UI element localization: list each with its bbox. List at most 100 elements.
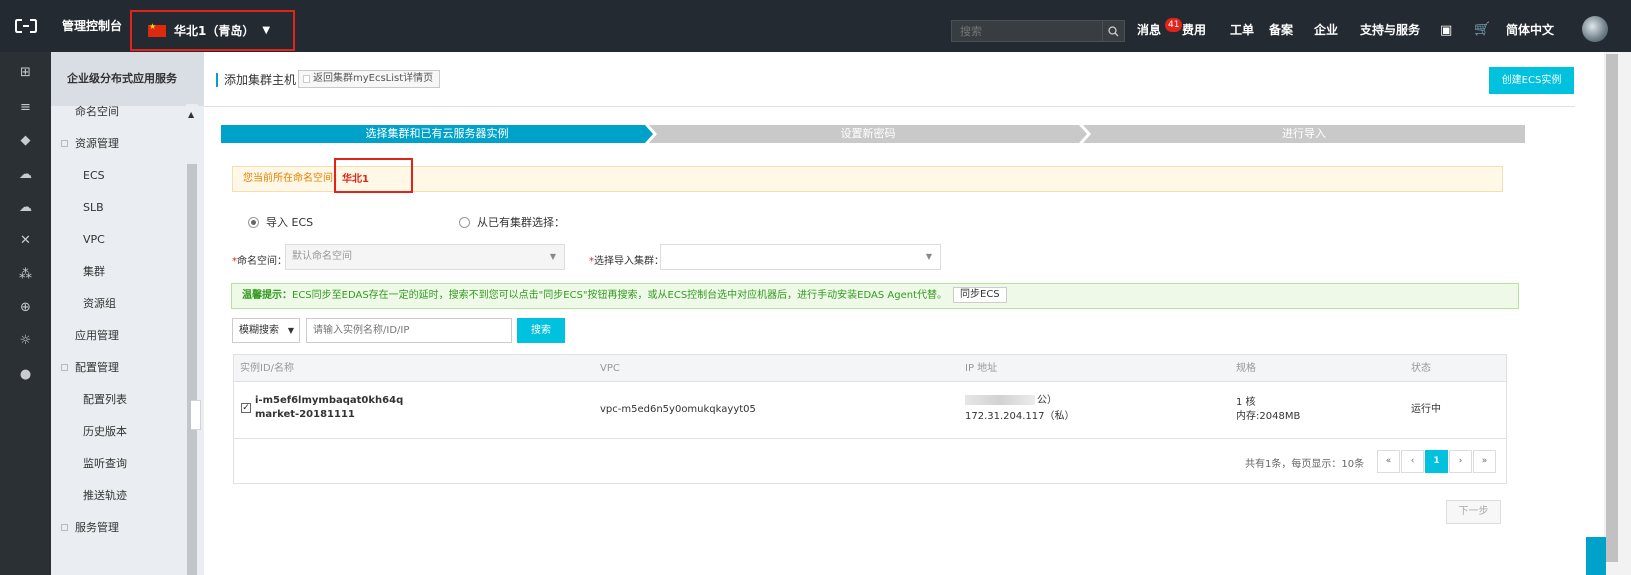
cloud-icon[interactable]: ☁ xyxy=(0,164,51,184)
page-scroll-thumb[interactable] xyxy=(1606,54,1618,562)
col-ip: IP 地址 xyxy=(965,363,998,374)
cloud-settings-icon[interactable]: ☼ xyxy=(0,330,51,350)
page-title: 添加集群主机 xyxy=(216,73,296,87)
square-icon xyxy=(61,364,68,371)
top-bar: 管理控制台 华北1（青岛） ▼ 消息 41 费用 工单 备案 企业 支持与服务 … xyxy=(0,0,1631,52)
scroll-up-icon[interactable]: ▲ xyxy=(188,110,194,119)
cloud-upload-icon[interactable]: ☁ xyxy=(0,197,51,217)
nav-support[interactable]: 支持与服务 xyxy=(1360,0,1420,52)
sidebar-item-push-trace[interactable]: 推送轨迹 xyxy=(51,486,186,506)
sidebar-item-history[interactable]: 历史版本 xyxy=(51,422,186,442)
cross-icon[interactable]: ✕ xyxy=(0,230,51,250)
chevron-down-icon: ▼ xyxy=(287,326,294,335)
sidebar-item-ecs[interactable]: ECS xyxy=(51,166,186,186)
namespace-field-label: *命名空间： xyxy=(232,256,287,267)
spec-cpu: 1 核 xyxy=(1236,397,1256,408)
page-next-button[interactable]: › xyxy=(1449,450,1472,473)
instance-id: i-m5ef6lmymbaqat0kh64q xyxy=(255,395,404,406)
col-instance: 实例ID/名称 xyxy=(240,363,295,374)
status-text: 运行中 xyxy=(1411,404,1441,415)
radio-from-cluster[interactable]: 从已有集群选择： xyxy=(459,214,565,230)
cluster-field-label: *选择导入集群： xyxy=(589,256,664,267)
sidebar-item-listener[interactable]: 监听查询 xyxy=(51,454,186,474)
table-header: 实例ID/名称 VPC IP 地址 规格 状态 xyxy=(234,355,1506,382)
tip-banner: 温馨提示：ECS同步至EDAS存在一定的延时，搜索不到您可以点击"同步ECS"按… xyxy=(231,283,1519,309)
page-prev-button[interactable]: ‹ xyxy=(1401,450,1424,473)
sidebar-item-app-management[interactable]: 应用管理 xyxy=(51,326,186,346)
sidebar-item-vpc[interactable]: VPC xyxy=(51,230,186,250)
nav-messages[interactable]: 消息 xyxy=(1137,0,1161,52)
back-label: 返回集群myEcsList详情页 xyxy=(313,73,434,84)
namespace-highlight-box xyxy=(334,158,413,193)
globe-icon[interactable]: ⊕ xyxy=(0,297,51,317)
global-search-input[interactable] xyxy=(952,21,1102,41)
chevron-down-icon: ▼ xyxy=(925,252,932,261)
radio-unchecked-icon xyxy=(459,216,470,228)
region-selector[interactable]: 华北1（青岛） ▼ xyxy=(130,10,295,51)
nodes-icon[interactable]: ⁂ xyxy=(0,264,51,284)
namespace-select[interactable]: 默认命名空间 ▼ xyxy=(285,244,565,270)
pagination-info: 共有1条，每页显示：10条 xyxy=(1245,459,1365,470)
circle-icon[interactable]: ● xyxy=(0,364,51,384)
sync-ecs-button[interactable]: 同步ECS xyxy=(953,287,1007,303)
wizard-steps: 选择集群和已有云服务器实例 设置新密码 进行导入 xyxy=(221,125,1525,143)
search-button[interactable]: 搜索 xyxy=(517,318,565,343)
search-type-value: 模糊搜索 xyxy=(239,325,279,336)
sidebar-scrollbar[interactable]: ▲ xyxy=(186,104,198,575)
server-icon[interactable]: ≡ xyxy=(0,97,51,117)
radio-import-ecs[interactable]: 导入 ECS xyxy=(248,214,313,230)
sidebar-group-resources[interactable]: 资源管理 xyxy=(51,134,186,154)
main-content: 添加集群主机 返回集群myEcsList详情页 创建ECS实例 选择集群和已有云… xyxy=(204,52,1604,575)
search-type-select[interactable]: 模糊搜索 ▼ xyxy=(232,318,300,343)
sidebar-item-config-list[interactable]: 配置列表 xyxy=(51,390,186,410)
terminal-icon[interactable]: ▣ xyxy=(1440,0,1452,52)
page-last-button[interactable]: » xyxy=(1473,450,1496,473)
cluster-select[interactable]: ▼ xyxy=(660,244,941,270)
nav-tickets[interactable]: 工单 xyxy=(1230,0,1254,52)
search-icon[interactable] xyxy=(1102,21,1124,41)
instance-name: market-20181111 xyxy=(255,409,355,420)
avatar[interactable] xyxy=(1582,16,1608,42)
global-search xyxy=(951,20,1125,42)
aliyun-logo-icon[interactable] xyxy=(0,0,52,52)
col-vpc: VPC xyxy=(600,363,620,374)
sidebar-scroll-thumb[interactable] xyxy=(187,164,197,575)
radio-label: 从已有集群选择： xyxy=(477,216,565,229)
table-row[interactable]: ✓ i-m5ef6lmymbaqat0kh64q market-20181111… xyxy=(234,383,1506,439)
sidebar-group-label: 资源管理 xyxy=(75,137,119,150)
vpc-id: vpc-m5ed6n5y0omukqkayyt05 xyxy=(600,404,756,415)
sidebar-item-resource-group[interactable]: 资源组 xyxy=(51,294,186,314)
nav-enterprise[interactable]: 企业 xyxy=(1314,0,1338,52)
page-scrollbar[interactable] xyxy=(1604,52,1631,575)
radio-label: 导入 ECS xyxy=(266,216,314,229)
china-flag-icon xyxy=(148,22,166,37)
sidebar-item-slb[interactable]: SLB xyxy=(51,198,186,218)
sidebar-group-config[interactable]: 配置管理 xyxy=(51,358,186,378)
namespace-notice-text: 您当前所在命名空间： xyxy=(243,173,343,184)
region-label: 华北1（青岛） xyxy=(174,24,255,38)
back-to-cluster-button[interactable]: 返回集群myEcsList详情页 xyxy=(298,70,441,88)
feedback-float-button[interactable] xyxy=(1586,537,1606,575)
sidebar-item-cluster[interactable]: 集群 xyxy=(51,262,186,282)
console-title[interactable]: 管理控制台 xyxy=(62,0,122,52)
next-step-button[interactable]: 下一步 xyxy=(1446,500,1501,524)
instance-search-input[interactable] xyxy=(306,318,512,343)
cart-icon[interactable]: 🛒 xyxy=(1474,0,1490,52)
row-checkbox[interactable]: ✓ xyxy=(241,403,251,413)
page-first-button[interactable]: « xyxy=(1377,450,1400,473)
shield-icon[interactable]: ◆ xyxy=(0,130,51,150)
nav-language[interactable]: 简体中文 xyxy=(1506,0,1554,52)
namespace-notice: 您当前所在命名空间： xyxy=(232,166,1503,192)
page-current-button[interactable]: 1 xyxy=(1425,450,1448,473)
step-import: 进行导入 xyxy=(1083,125,1525,143)
step-set-password: 设置新密码 xyxy=(649,125,1087,143)
square-icon xyxy=(61,140,68,147)
sidebar-item-namespace[interactable]: 命名空间 xyxy=(51,102,186,122)
instance-table: 实例ID/名称 VPC IP 地址 规格 状态 ✓ i-m5ef6lmymbaq… xyxy=(233,354,1507,484)
sidebar-group-service[interactable]: 服务管理 xyxy=(51,518,186,538)
nav-icp[interactable]: 备案 xyxy=(1269,0,1293,52)
nav-billing[interactable]: 费用 xyxy=(1182,0,1206,52)
create-ecs-button[interactable]: 创建ECS实例 xyxy=(1489,67,1574,94)
grid-icon[interactable]: ⊞ xyxy=(0,62,51,82)
sidebar-collapse-handle[interactable] xyxy=(191,400,201,430)
